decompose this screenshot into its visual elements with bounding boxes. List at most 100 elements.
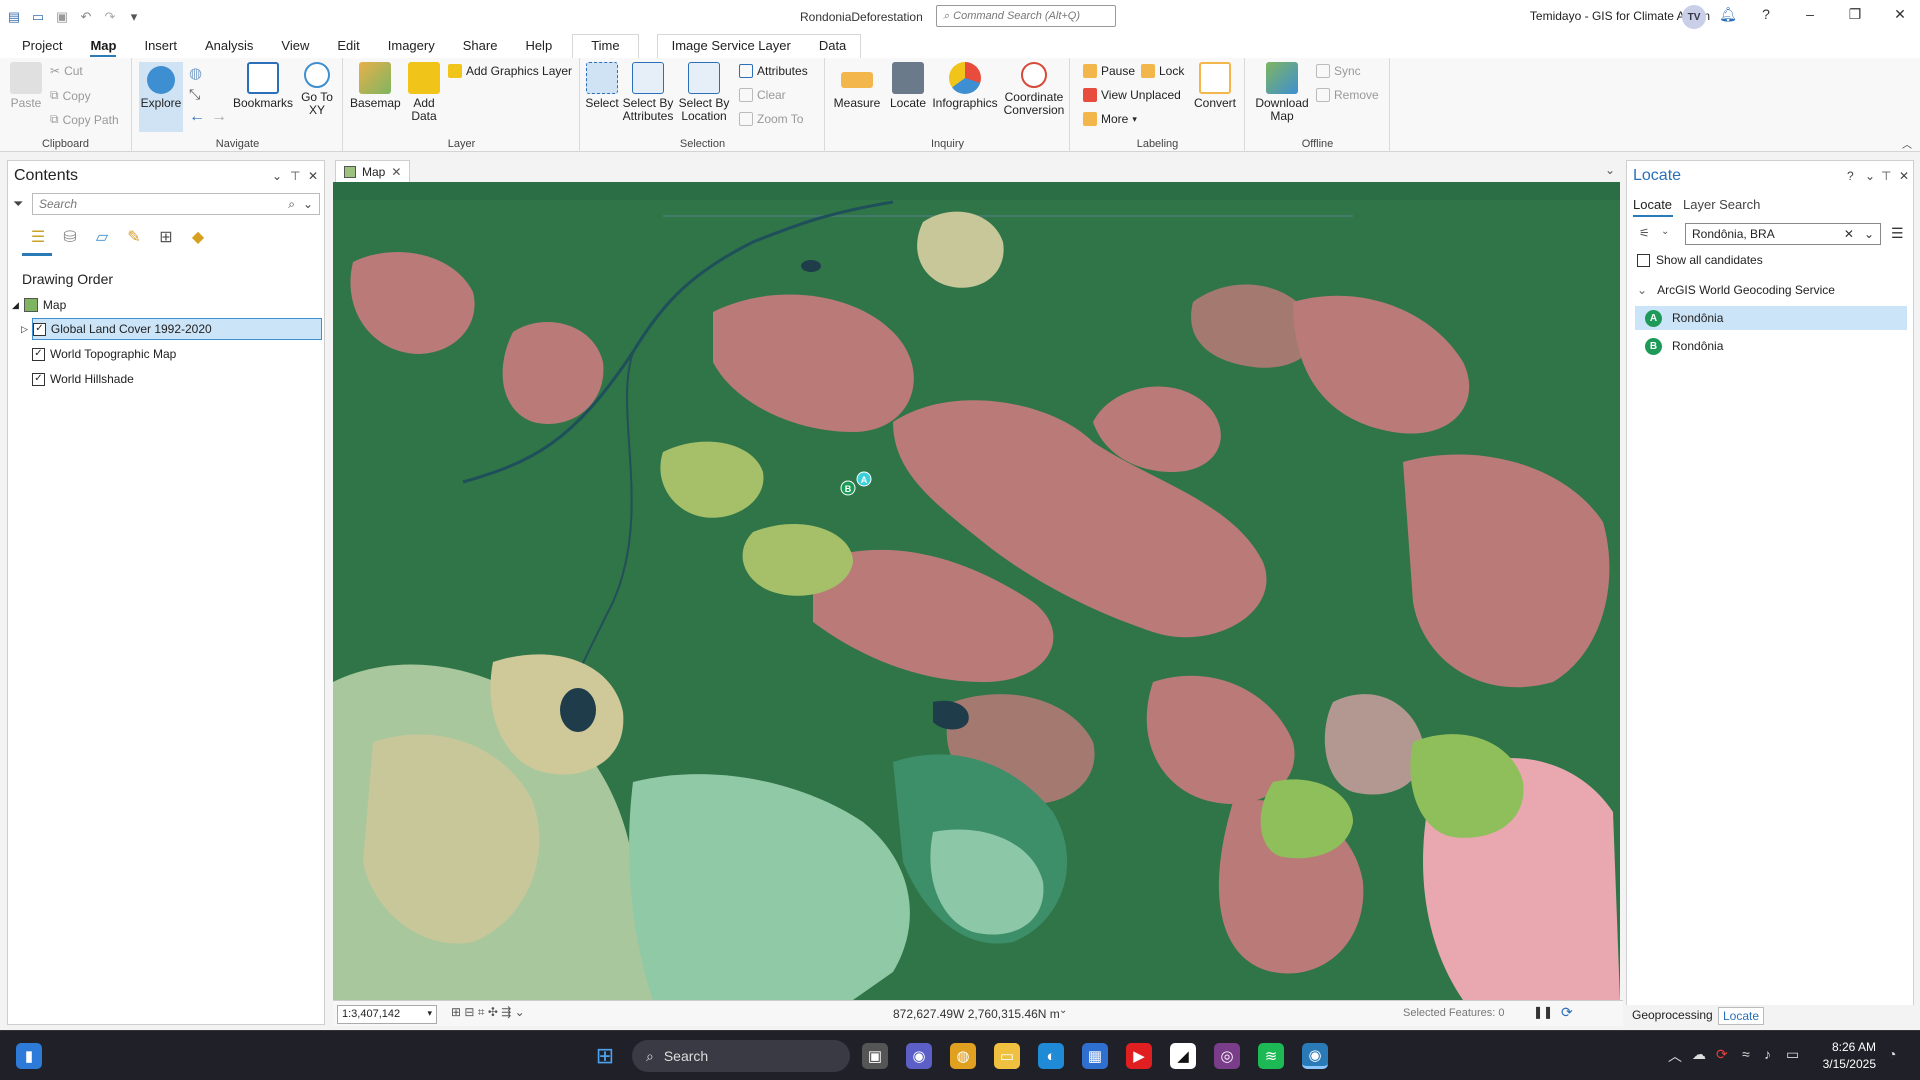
save-icon[interactable]: ▣ bbox=[54, 9, 70, 25]
show-all-candidates-checkbox[interactable]: Show all candidates bbox=[1637, 253, 1763, 267]
remove-button[interactable]: Remove bbox=[1316, 88, 1379, 102]
command-search[interactable]: ⌕ Command Search (Alt+Q) bbox=[936, 5, 1116, 27]
cut-button[interactable]: ✂ Cut bbox=[50, 64, 83, 78]
tab-data[interactable]: Data bbox=[804, 34, 862, 58]
sync-button[interactable]: Sync bbox=[1316, 64, 1361, 78]
coordinate-conversion-button[interactable]: Coordinate Conversion bbox=[1002, 62, 1066, 117]
pane-options-icon[interactable]: ⌄ bbox=[272, 169, 282, 183]
tab-edit[interactable]: Edit bbox=[323, 35, 373, 58]
tab-geoprocessing[interactable]: Geoprocessing bbox=[1628, 1007, 1717, 1023]
view-unplaced-button[interactable]: View Unplaced bbox=[1083, 88, 1181, 102]
land-cover-raster[interactable]: A B bbox=[333, 182, 1620, 1000]
zoom-to-button[interactable]: Zoom To bbox=[739, 112, 803, 126]
select-by-location-button[interactable]: Select By Location bbox=[677, 62, 731, 123]
attributes-button[interactable]: Attributes bbox=[739, 64, 808, 78]
coordinate-format-dropdown[interactable]: ⌄ bbox=[1059, 1005, 1067, 1016]
filter-icon[interactable]: ⏷ bbox=[13, 196, 23, 212]
tab-locate[interactable]: Locate bbox=[1633, 197, 1672, 212]
measure-button[interactable]: Measure bbox=[832, 62, 882, 110]
notifications-icon[interactable]: 🔔︎ bbox=[1718, 6, 1738, 26]
lock-labels-button[interactable]: Lock bbox=[1141, 64, 1184, 78]
previous-extent-icon[interactable]: ← bbox=[189, 108, 205, 126]
copy-path-button[interactable]: ⧉ Copy Path bbox=[50, 112, 119, 127]
collapse-ribbon-icon[interactable]: ︿ bbox=[1902, 136, 1912, 151]
expand-icon[interactable]: ▷ bbox=[21, 324, 28, 335]
close-button[interactable]: ✕ bbox=[1890, 6, 1910, 26]
file-explorer-icon[interactable]: ▭ bbox=[994, 1043, 1020, 1069]
views-dropdown-icon[interactable]: ⌄ bbox=[1605, 163, 1615, 177]
pin-icon[interactable]: ⊤ bbox=[290, 169, 300, 183]
avatar[interactable]: TV bbox=[1682, 5, 1706, 29]
select-by-attributes-button[interactable]: Select By Attributes bbox=[621, 62, 675, 123]
volume-icon[interactable]: ♪ bbox=[1764, 1046, 1771, 1062]
tab-locate-bottom[interactable]: Locate bbox=[1718, 1007, 1765, 1025]
close-pane-icon[interactable]: ✕ bbox=[1899, 169, 1909, 183]
layer-visibility-checkbox[interactable]: ✓ bbox=[32, 372, 45, 386]
locate-button[interactable]: Locate bbox=[886, 62, 930, 110]
list-by-source-icon[interactable]: ⛁ bbox=[58, 225, 82, 249]
locator-settings-icon[interactable]: ⚟ bbox=[1639, 226, 1650, 240]
contents-search-input[interactable]: Search ⌕ ⌄ bbox=[32, 193, 320, 215]
clear-icon[interactable]: ✕ bbox=[1844, 227, 1854, 241]
infographics-button[interactable]: Infographics bbox=[930, 62, 1000, 110]
taskbar-search[interactable]: ⌕ Search bbox=[632, 1040, 850, 1072]
full-extent-icon[interactable]: ◍ bbox=[189, 64, 202, 82]
more-labeling-button[interactable]: More ▾ bbox=[1083, 112, 1137, 126]
tab-analysis[interactable]: Analysis bbox=[191, 35, 267, 58]
customize-icon[interactable]: ▾ bbox=[126, 9, 142, 25]
go-to-xy-button[interactable]: Go To XY bbox=[295, 62, 339, 117]
tab-imagery[interactable]: Imagery bbox=[374, 35, 449, 58]
add-graphics-layer-button[interactable]: Add Graphics Layer bbox=[448, 64, 572, 78]
next-extent-icon[interactable]: → bbox=[211, 108, 227, 126]
fixed-zoom-icon[interactable]: ⤡ bbox=[189, 86, 200, 103]
convert-button[interactable]: Convert bbox=[1191, 62, 1239, 110]
layer-world-hillshade[interactable]: ✓ World Hillshade bbox=[32, 368, 134, 390]
close-tab-icon[interactable]: ✕ bbox=[391, 165, 401, 179]
list-by-labeling-icon[interactable]: ◆ bbox=[186, 225, 210, 249]
battery-icon[interactable]: ▭ bbox=[1786, 1046, 1799, 1063]
bookmarks-button[interactable]: Bookmarks bbox=[233, 62, 293, 110]
menu-icon[interactable]: ☰ bbox=[1891, 225, 1904, 242]
paste-button[interactable]: Paste bbox=[8, 62, 44, 110]
navigation-tools-icon[interactable]: ⊞ ⊟ ⌗ ✣ ⇶ ⌄ bbox=[451, 1005, 525, 1020]
refresh-icon[interactable]: ⟳ bbox=[1561, 1004, 1573, 1021]
chrome-icon[interactable]: ◍ bbox=[950, 1043, 976, 1069]
redo-icon[interactable]: ↷ bbox=[102, 9, 118, 25]
system-clock[interactable]: 8:26 AM 3/15/2025 bbox=[1823, 1039, 1876, 1073]
youtube-icon[interactable]: ▶ bbox=[1126, 1043, 1152, 1069]
help-icon[interactable]: ? bbox=[1847, 169, 1854, 183]
layer-visibility-checkbox[interactable]: ✓ bbox=[32, 322, 46, 336]
undo-icon[interactable]: ↶ bbox=[78, 9, 94, 25]
candidate-b[interactable]: B Rondônia bbox=[1635, 334, 1907, 358]
sync-status-icon[interactable]: ⟳ bbox=[1716, 1046, 1728, 1063]
download-map-button[interactable]: Download Map bbox=[1252, 62, 1312, 123]
scale-selector[interactable]: 1:3,407,142 ▾ bbox=[337, 1005, 437, 1024]
teams-icon[interactable]: ◉ bbox=[906, 1043, 932, 1069]
list-by-snapping-icon[interactable]: ⊞ bbox=[154, 225, 178, 249]
pause-drawing-icon[interactable]: ❚❚ bbox=[1533, 1005, 1553, 1019]
checkbox[interactable] bbox=[1637, 253, 1650, 267]
onedrive-icon[interactable]: ☁ bbox=[1692, 1046, 1706, 1063]
list-by-drawing-order-icon[interactable]: ☰ bbox=[26, 225, 50, 249]
clear-button[interactable]: Clear bbox=[739, 88, 786, 102]
restore-button[interactable]: ❐ bbox=[1845, 6, 1865, 26]
layer-global-land-cover[interactable]: ▷ ✓ Global Land Cover 1992-2020 bbox=[21, 318, 322, 340]
podcast-icon[interactable]: ◎ bbox=[1214, 1043, 1240, 1069]
tree-map-node[interactable]: ◢ Map bbox=[12, 294, 66, 316]
wifi-icon[interactable]: ≈ bbox=[1742, 1046, 1750, 1062]
show-hidden-icons-icon[interactable]: ︿ bbox=[1668, 1046, 1682, 1066]
tab-image-service-layer[interactable]: Image Service Layer bbox=[656, 34, 805, 58]
tab-project[interactable]: Project bbox=[8, 35, 76, 58]
map-canvas[interactable]: A B bbox=[333, 182, 1620, 1000]
tab-share[interactable]: Share bbox=[449, 35, 512, 58]
open-project-icon[interactable]: ▭ bbox=[30, 9, 46, 25]
tab-map[interactable]: Map bbox=[76, 35, 130, 58]
list-by-selection-icon[interactable]: ▱ bbox=[90, 225, 114, 249]
geocoding-service-group[interactable]: ⌄ ArcGIS World Geocoding Service bbox=[1637, 283, 1835, 297]
tab-layer-search[interactable]: Layer Search bbox=[1683, 197, 1760, 212]
layer-world-topographic-map[interactable]: ✓ World Topographic Map bbox=[32, 343, 176, 365]
expand-icon[interactable]: ◢ bbox=[12, 300, 19, 311]
pin-icon[interactable]: ⊤ bbox=[1881, 169, 1891, 183]
layer-visibility-checkbox[interactable]: ✓ bbox=[32, 347, 45, 361]
add-data-button[interactable]: Add Data bbox=[404, 62, 444, 123]
